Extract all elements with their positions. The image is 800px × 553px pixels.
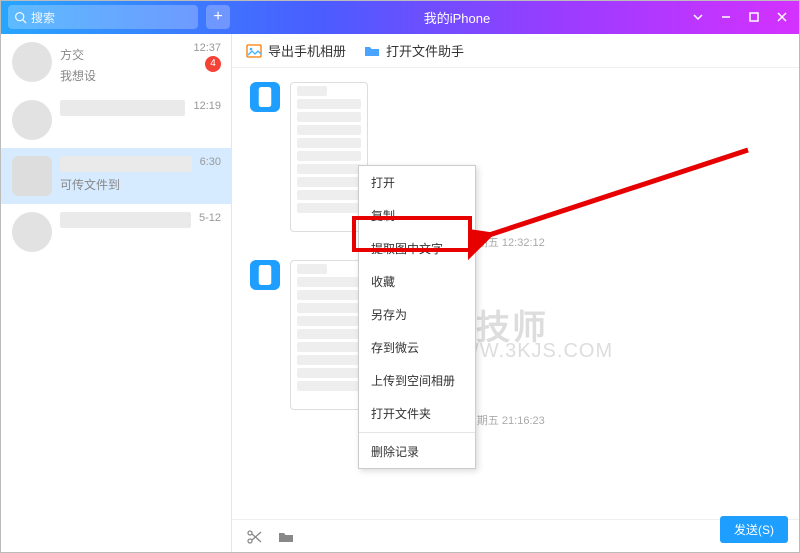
open-file-helper-button[interactable]: 打开文件助手	[364, 41, 464, 60]
phone-icon	[258, 265, 272, 285]
chat-area: 2023/5/5 星期五 12:32:12 2023/5/5 星期五 21:16…	[232, 68, 800, 519]
avatar	[12, 42, 52, 82]
add-button[interactable]: +	[206, 5, 230, 29]
phone-icon	[258, 87, 272, 107]
conversation-item[interactable]: 5-12	[0, 204, 231, 260]
chat-toolbar: 导出手机相册 打开文件助手	[232, 34, 800, 68]
folder-icon	[364, 43, 380, 59]
collapse-button[interactable]	[684, 0, 712, 34]
image-attachment[interactable]	[290, 260, 368, 410]
export-album-button[interactable]: 导出手机相册	[246, 41, 346, 60]
conversation-subtext: 我想设	[60, 67, 185, 84]
menu-separator	[359, 432, 475, 433]
open-file-helper-label: 打开文件助手	[386, 41, 464, 60]
avatar	[12, 100, 52, 140]
conversation-preview	[60, 156, 192, 172]
menu-save-as[interactable]: 另存为	[359, 298, 475, 331]
maximize-button[interactable]	[740, 0, 768, 34]
search-icon	[14, 11, 27, 24]
window-title: 我的iPhone	[230, 8, 684, 27]
avatar	[12, 212, 52, 252]
menu-save-weiyun[interactable]: 存到微云	[359, 331, 475, 364]
menu-favorite[interactable]: 收藏	[359, 265, 475, 298]
conversation-subtext: 可传文件到	[60, 176, 192, 193]
close-button[interactable]	[768, 0, 796, 34]
menu-open-folder[interactable]: 打开文件夹	[359, 397, 475, 430]
minimize-button[interactable]	[712, 0, 740, 34]
conversation-time: 6:30	[200, 156, 221, 168]
title-bar: 搜索 + 我的iPhone	[0, 0, 800, 34]
menu-copy[interactable]: 复制	[359, 199, 475, 232]
context-menu: 打开 复制 提取图中文字 收藏 另存为 存到微云 上传到空间相册 打开文件夹 删…	[358, 165, 476, 469]
photo-export-icon	[246, 43, 262, 59]
folder-icon[interactable]	[278, 529, 294, 545]
menu-upload-album[interactable]: 上传到空间相册	[359, 364, 475, 397]
conversation-item[interactable]: 方交 我想设 12:37 4	[0, 34, 231, 92]
menu-open[interactable]: 打开	[359, 166, 475, 199]
scissors-icon[interactable]	[246, 529, 262, 545]
menu-extract-text[interactable]: 提取图中文字	[359, 232, 475, 265]
avatar	[12, 156, 52, 196]
export-album-label: 导出手机相册	[268, 41, 346, 60]
input-toolbar	[232, 519, 800, 553]
conversation-sidebar: 方交 我想设 12:37 4 12:19 可传文件到 6:30	[0, 34, 232, 553]
message-item: 2023/5/5 星期五 21:16:23	[250, 260, 782, 428]
conversation-item[interactable]: 12:19	[0, 92, 231, 148]
image-attachment[interactable]	[290, 82, 368, 232]
menu-delete-record[interactable]: 删除记录	[359, 435, 475, 468]
sender-avatar	[250, 82, 280, 112]
conversation-item[interactable]: 可传文件到 6:30	[0, 148, 231, 204]
conversation-time: 12:19	[193, 100, 221, 112]
conversation-time: 12:37	[193, 42, 221, 54]
unread-badge: 4	[205, 56, 221, 72]
conversation-preview	[60, 212, 191, 228]
search-placeholder: 搜索	[31, 9, 55, 26]
sender-avatar	[250, 260, 280, 290]
send-button[interactable]: 发送(S)	[720, 516, 788, 543]
conversation-preview: 方交	[60, 46, 185, 63]
conversation-preview	[60, 100, 185, 116]
message-item: 2023/5/5 星期五 12:32:12	[250, 82, 782, 250]
conversation-time: 5-12	[199, 212, 221, 224]
search-input[interactable]: 搜索	[8, 5, 198, 29]
